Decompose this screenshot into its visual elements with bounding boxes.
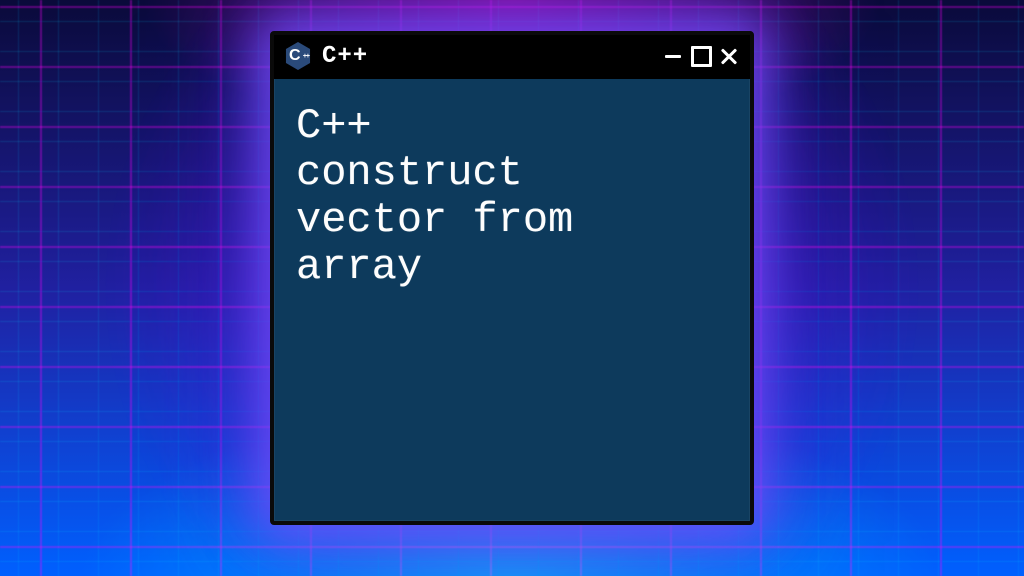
window-body-text: C++ construct vector from array xyxy=(274,79,750,521)
titlebar[interactable]: C++ xyxy=(274,35,750,79)
maximize-icon[interactable] xyxy=(690,45,712,67)
close-icon[interactable] xyxy=(718,45,740,67)
minimize-icon[interactable] xyxy=(662,45,684,67)
cpp-logo-icon xyxy=(284,42,312,70)
window-controls xyxy=(662,45,740,67)
window-title: C++ xyxy=(322,43,652,70)
terminal-window: C++ C++ construct vector from array xyxy=(270,31,754,525)
